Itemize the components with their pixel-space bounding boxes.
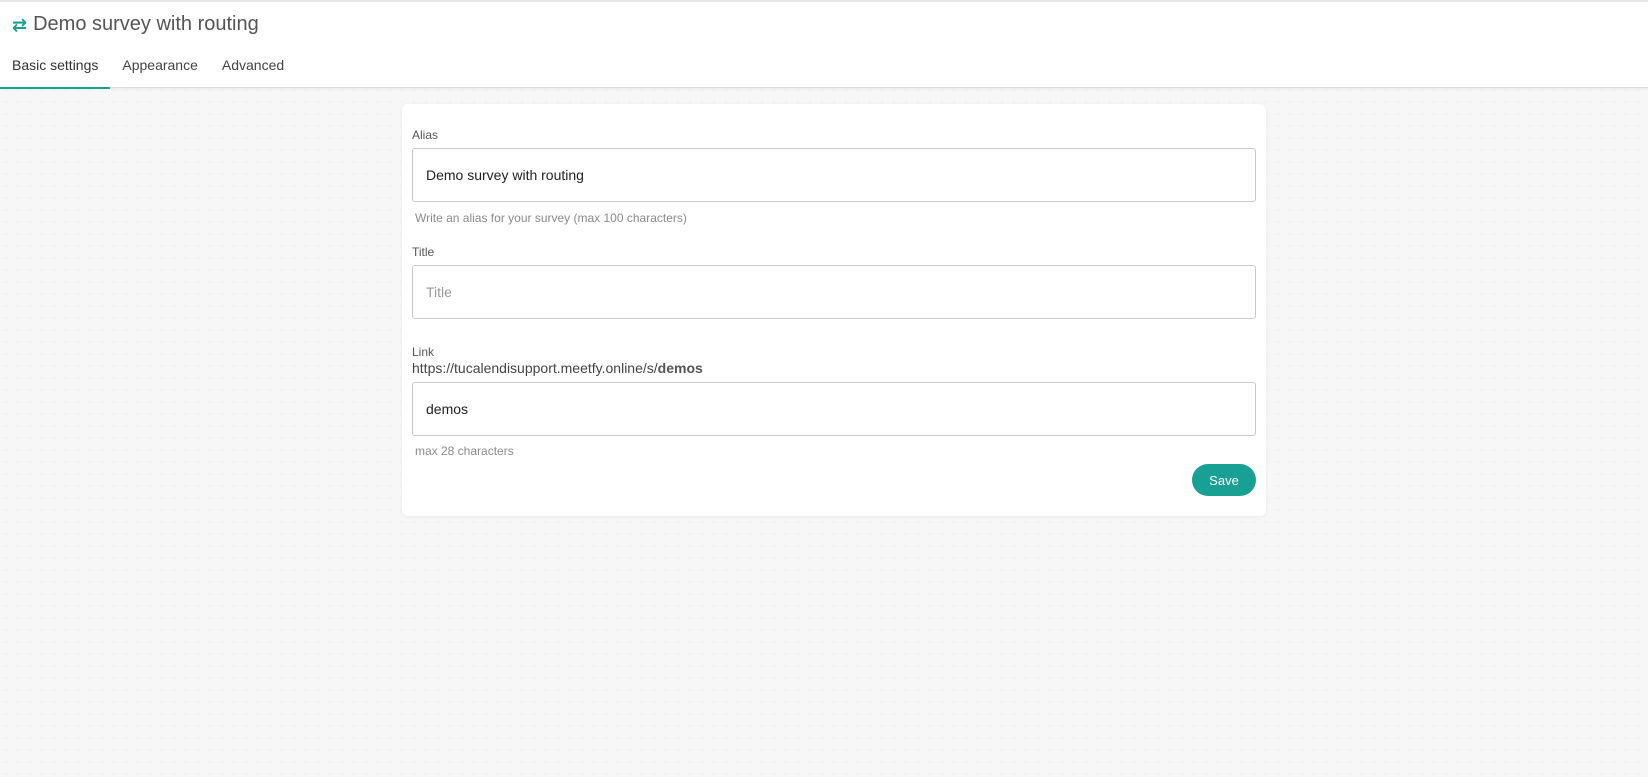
settings-card: Alias Write an alias for your survey (ma… — [402, 104, 1266, 516]
link-slug-input[interactable] — [412, 382, 1256, 436]
title-input[interactable] — [412, 265, 1256, 319]
tab-appearance[interactable]: Appearance — [110, 47, 210, 89]
link-url-slug: demos — [657, 360, 703, 376]
alias-label: Alias — [412, 128, 439, 142]
tab-basic-settings[interactable]: Basic settings — [0, 47, 111, 89]
save-button[interactable]: Save — [1192, 464, 1256, 496]
alias-hint: Write an alias for your survey (max 100 … — [415, 211, 687, 225]
settings-tabs: Basic settings Appearance Advanced — [0, 47, 296, 90]
title-row: ⇄ Demo survey with routing — [12, 10, 259, 38]
swap-arrows-icon: ⇄ — [12, 15, 28, 35]
tab-advanced[interactable]: Advanced — [210, 47, 296, 89]
alias-input[interactable] — [412, 148, 1256, 202]
link-url-prefix: https://tucalendisupport.meetfy.online/s… — [412, 360, 658, 376]
page-header: ⇄ Demo survey with routing Basic setting… — [0, 0, 1648, 90]
link-hint: max 28 characters — [415, 444, 514, 458]
title-label: Title — [412, 245, 435, 259]
link-label: Link — [412, 345, 435, 359]
page-title: Demo survey with routing — [33, 13, 259, 35]
link-url-preview: https://tucalendisupport.meetfy.online/s… — [412, 360, 703, 376]
